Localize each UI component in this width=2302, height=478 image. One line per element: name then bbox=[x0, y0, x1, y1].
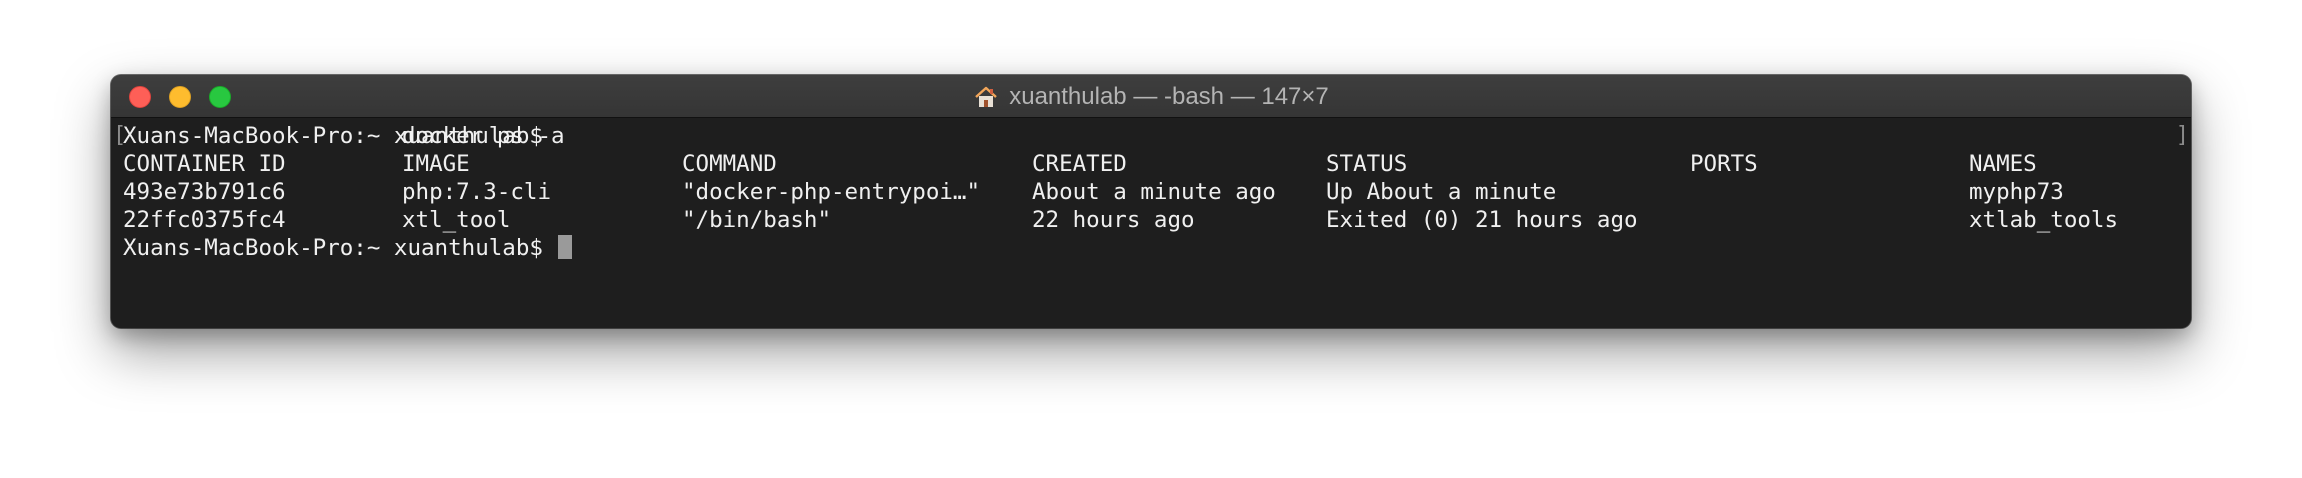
status: Exited (0) 21 hours ago bbox=[1326, 207, 1638, 233]
created: 22 hours ago bbox=[1032, 207, 1195, 233]
table-header-row: CONTAINER ID IMAGE COMMAND CREATED STATU… bbox=[111, 150, 2191, 178]
home-icon bbox=[975, 86, 998, 107]
header-ports: PORTS bbox=[1690, 151, 1758, 177]
header-created: CREATED bbox=[1032, 151, 1127, 177]
title-bar[interactable]: xuanthulab — -bash — 147×7 bbox=[111, 75, 2191, 118]
image: xtl_tool bbox=[402, 207, 511, 233]
names: xtlab_tools bbox=[1969, 207, 2119, 233]
table-row: 493e73b791c6 php:7.3-cli "docker-php-ent… bbox=[111, 178, 2191, 206]
command-text: docker ps -a bbox=[402, 123, 565, 149]
status: Up About a minute bbox=[1326, 179, 1557, 205]
command: "docker-php-entrypoi…" bbox=[682, 179, 981, 205]
created: About a minute ago bbox=[1032, 179, 1276, 205]
current-prompt-line[interactable]: Xuans-MacBook-Pro:~ xuanthulab$ bbox=[111, 234, 2191, 262]
header-names: NAMES bbox=[1969, 151, 2037, 177]
current-prompt: Xuans-MacBook-Pro:~ xuanthulab$ bbox=[123, 234, 573, 262]
current-prompt-text: Xuans-MacBook-Pro:~ xuanthulab$ bbox=[123, 235, 543, 261]
command-line: Xuans-MacBook-Pro:~ xuanthulab$ docker p… bbox=[111, 122, 2191, 150]
text-cursor bbox=[558, 235, 573, 259]
container-id: 493e73b791c6 bbox=[123, 179, 286, 205]
image: php:7.3-cli bbox=[402, 179, 552, 205]
header-image: IMAGE bbox=[402, 151, 470, 177]
container-id: 22ffc0375fc4 bbox=[123, 207, 286, 233]
terminal-window: xuanthulab — -bash — 147×7 [ ] Xuans-Mac… bbox=[111, 75, 2191, 328]
names: myphp73 bbox=[1969, 179, 2064, 205]
header-container-id: CONTAINER ID bbox=[123, 151, 286, 177]
window-title-group: xuanthulab — -bash — 147×7 bbox=[111, 75, 2191, 118]
table-row: 22ffc0375fc4 xtl_tool "/bin/bash" 22 hou… bbox=[111, 206, 2191, 234]
window-title: xuanthulab — -bash — 147×7 bbox=[1009, 82, 1329, 110]
terminal-output[interactable]: [ ] Xuans-MacBook-Pro:~ xuanthulab$ dock… bbox=[111, 118, 2191, 328]
header-command: COMMAND bbox=[682, 151, 777, 177]
header-status: STATUS bbox=[1326, 151, 1408, 177]
command: "/bin/bash" bbox=[682, 207, 832, 233]
